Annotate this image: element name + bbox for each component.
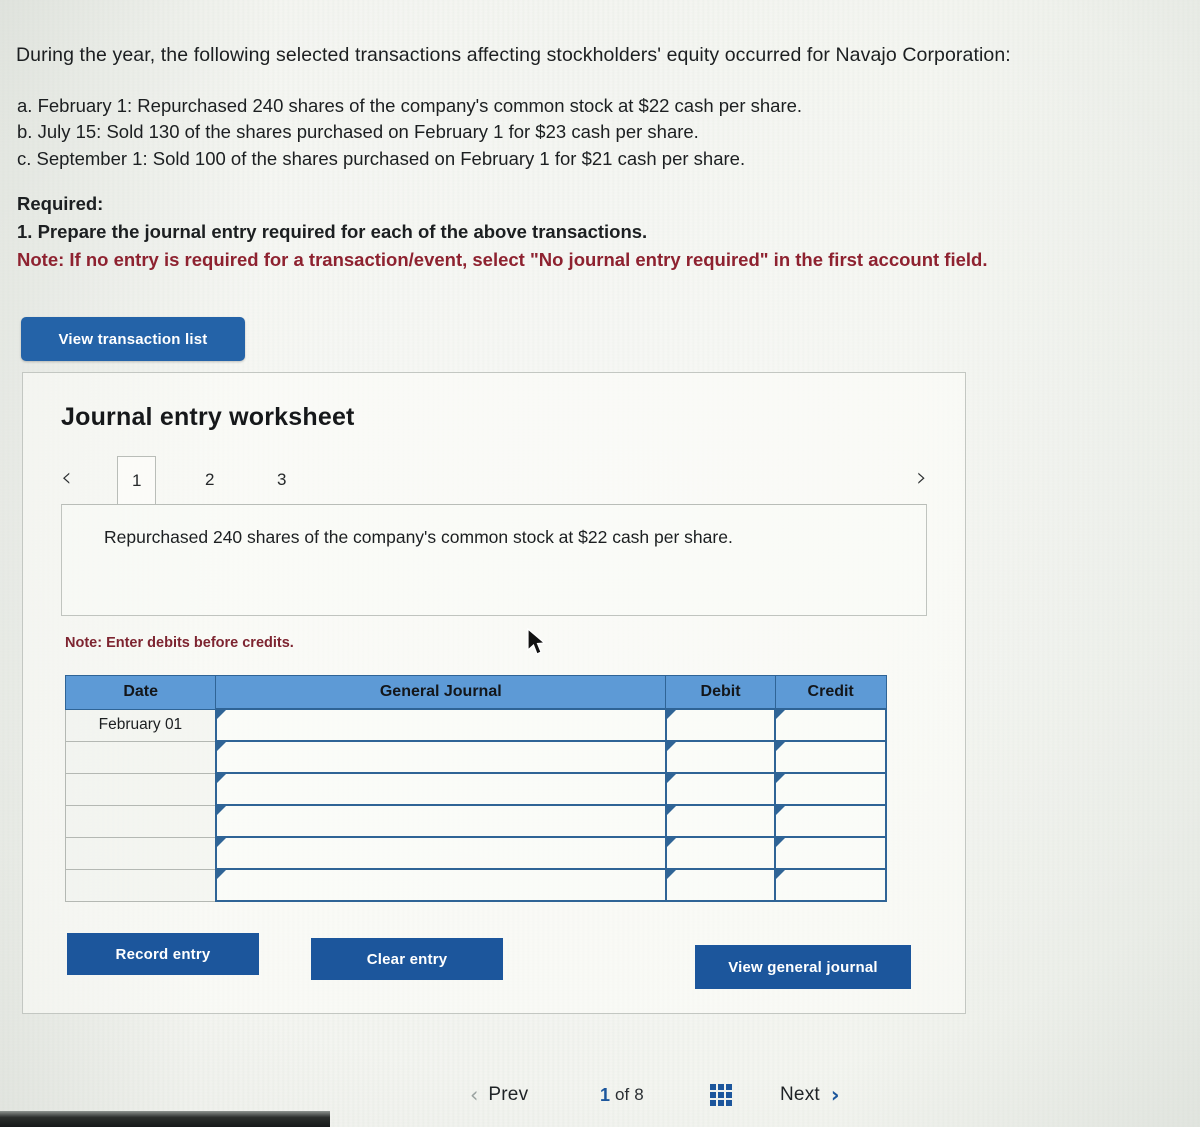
page-current: 1 xyxy=(600,1084,611,1105)
next-label: Next xyxy=(780,1084,820,1105)
view-transaction-list-button[interactable]: View transaction list xyxy=(21,317,245,361)
table-row xyxy=(64,740,887,774)
view-general-journal-button[interactable]: View general journal xyxy=(695,945,911,989)
prev-question-control[interactable]: ‹ Prev xyxy=(470,1078,528,1112)
cell-debit[interactable] xyxy=(664,740,777,774)
tab-next-chevron-icon[interactable]: › xyxy=(916,464,927,491)
worksheet-title: Journal entry worksheet xyxy=(61,403,355,431)
cell-credit[interactable] xyxy=(774,868,887,902)
column-header-credit: Credit xyxy=(774,675,887,710)
required-note: Note: If no entry is required for a tran… xyxy=(17,248,988,270)
table-row: February 01 xyxy=(64,708,887,742)
cell-credit[interactable] xyxy=(774,708,887,742)
transaction-item-a: a. February 1: Repurchased 240 shares of… xyxy=(17,95,803,116)
cell-general-journal[interactable] xyxy=(214,740,667,774)
cell-credit[interactable] xyxy=(774,804,887,838)
cell-date xyxy=(64,868,217,902)
column-header-date: Date xyxy=(64,675,217,710)
problem-intro: During the year, the following selected … xyxy=(16,44,1011,66)
question-pager: ‹ Prev 1 of 8 Next › xyxy=(470,1078,890,1112)
required-block: Required: 1. Prepare the journal entry r… xyxy=(17,190,1187,273)
table-row xyxy=(64,836,887,870)
table-row xyxy=(64,868,887,902)
journal-entry-table: Date General Journal Debit Credit Februa… xyxy=(64,675,887,902)
worksheet-tab-2[interactable]: 2 xyxy=(191,456,228,504)
cell-date: February 01 xyxy=(64,708,217,742)
chevron-right-icon: › xyxy=(830,1083,840,1107)
cell-date xyxy=(64,836,217,870)
cell-date xyxy=(64,740,217,774)
journal-entry-worksheet-panel: Journal entry worksheet ‹ 1 2 3 › Repurc… xyxy=(22,372,966,1014)
cell-credit[interactable] xyxy=(774,836,887,870)
next-question-control[interactable]: Next › xyxy=(780,1078,840,1112)
page-total: 8 xyxy=(634,1085,644,1104)
table-header-row: Date General Journal Debit Credit xyxy=(64,675,887,710)
cell-date xyxy=(64,772,217,806)
column-header-general-journal: General Journal xyxy=(215,675,667,710)
cell-debit[interactable] xyxy=(664,868,777,902)
cell-general-journal[interactable] xyxy=(214,804,667,838)
transaction-description-text: Repurchased 240 shares of the company's … xyxy=(104,527,733,547)
transaction-item-c: c. September 1: Sold 100 of the shares p… xyxy=(17,147,746,169)
cell-credit[interactable] xyxy=(774,772,887,806)
worksheet-tab-1[interactable]: 1 xyxy=(117,456,157,504)
journal-entry-table-body: February 01 xyxy=(64,708,887,902)
cell-credit[interactable] xyxy=(774,740,887,774)
cell-debit[interactable] xyxy=(664,836,777,870)
transaction-list: a. February 1: Repurchased 240 shares of… xyxy=(17,93,1137,172)
transaction-item-b: b. July 15: Sold 130 of the shares purch… xyxy=(17,121,699,143)
cell-debit[interactable] xyxy=(664,772,777,806)
column-header-debit: Debit xyxy=(665,675,776,710)
grid-icon xyxy=(710,1084,732,1106)
table-row xyxy=(64,772,887,806)
worksheet-tab-3[interactable]: 3 xyxy=(263,456,300,504)
question-grid-control[interactable] xyxy=(710,1078,732,1112)
record-entry-button[interactable]: Record entry xyxy=(67,933,259,975)
worksheet-tabstrip: ‹ 1 2 3 › xyxy=(61,456,927,504)
cell-debit[interactable] xyxy=(664,708,777,742)
tab-prev-chevron-icon[interactable]: ‹ xyxy=(61,464,72,491)
required-item-1: 1. Prepare the journal entry required fo… xyxy=(17,220,648,242)
cell-general-journal[interactable] xyxy=(214,772,667,806)
chevron-left-icon: ‹ xyxy=(470,1083,479,1107)
cell-debit[interactable] xyxy=(664,804,777,838)
page-counter: 1 of 8 xyxy=(600,1078,644,1112)
clear-entry-button[interactable]: Clear entry xyxy=(311,938,503,980)
cell-general-journal[interactable] xyxy=(214,836,667,870)
page-of: of xyxy=(615,1085,630,1104)
required-label: Required: xyxy=(17,193,104,214)
cell-date xyxy=(64,804,217,838)
prev-label: Prev xyxy=(488,1084,529,1105)
transaction-description-box: Repurchased 240 shares of the company's … xyxy=(61,504,927,616)
enter-debits-note: Note: Enter debits before credits. xyxy=(65,635,294,651)
cell-general-journal[interactable] xyxy=(214,868,667,902)
cell-general-journal[interactable] xyxy=(214,708,667,742)
table-row xyxy=(64,804,887,838)
